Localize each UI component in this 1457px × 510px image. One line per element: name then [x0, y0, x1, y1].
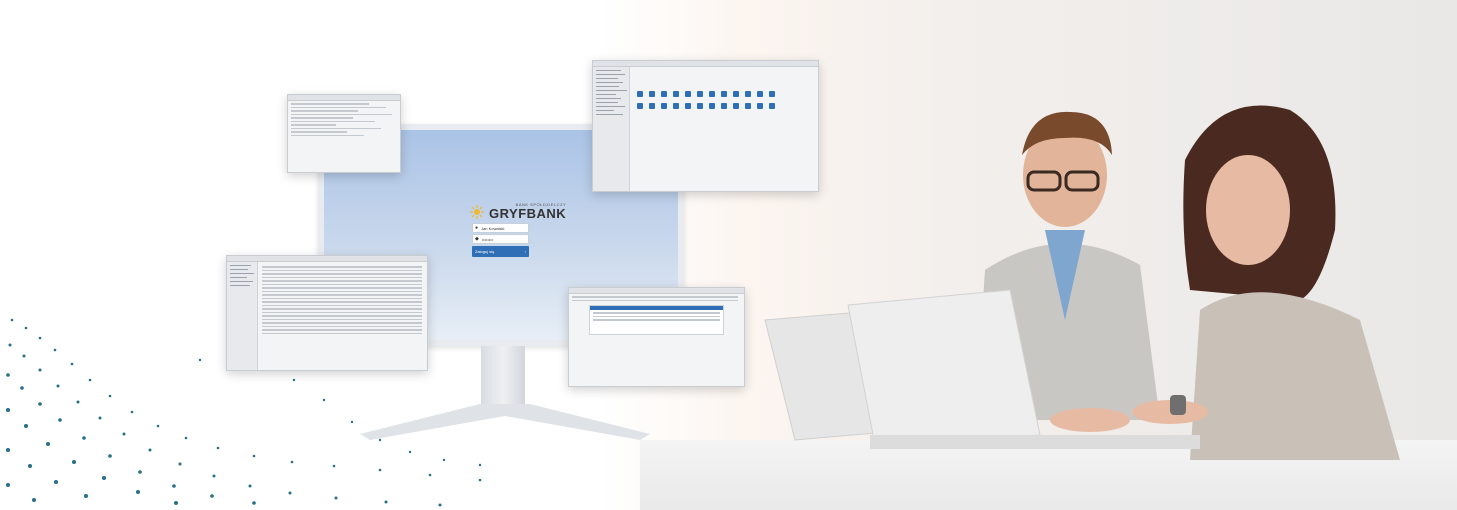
arrow-right-icon: ›: [524, 249, 526, 254]
app-window-table: [226, 255, 428, 371]
user-icon: ●: [475, 225, 479, 231]
key-icon: ◆: [475, 236, 479, 242]
people-with-laptops-illustration: [764, 105, 1400, 460]
monitor-stand-neck: [481, 346, 525, 406]
monitor-stand-base: [360, 404, 650, 440]
sun-logo-icon: [470, 204, 484, 219]
username-field[interactable]: ● Jan Kowalski: [472, 223, 529, 233]
app-window-list: [568, 287, 745, 387]
login-button-label: Zaloguj się: [475, 249, 495, 254]
username-value: Jan Kowalski: [481, 225, 505, 231]
password-value: ••••••••: [481, 236, 494, 242]
app-window-form: [287, 94, 401, 173]
logo-title: GRYFBANK: [489, 206, 567, 221]
password-field[interactable]: ◆ ••••••••: [472, 234, 529, 244]
login-button[interactable]: Zaloguj się ›: [472, 246, 529, 257]
app-window-dashboard: [592, 60, 819, 192]
hero-banner: BANK SPÓŁDZIELCZY GRYFBANK ● Jan Kowalsk…: [0, 0, 1457, 510]
gryfbank-logo: BANK SPÓŁDZIELCZY GRYFBANK: [470, 203, 566, 220]
